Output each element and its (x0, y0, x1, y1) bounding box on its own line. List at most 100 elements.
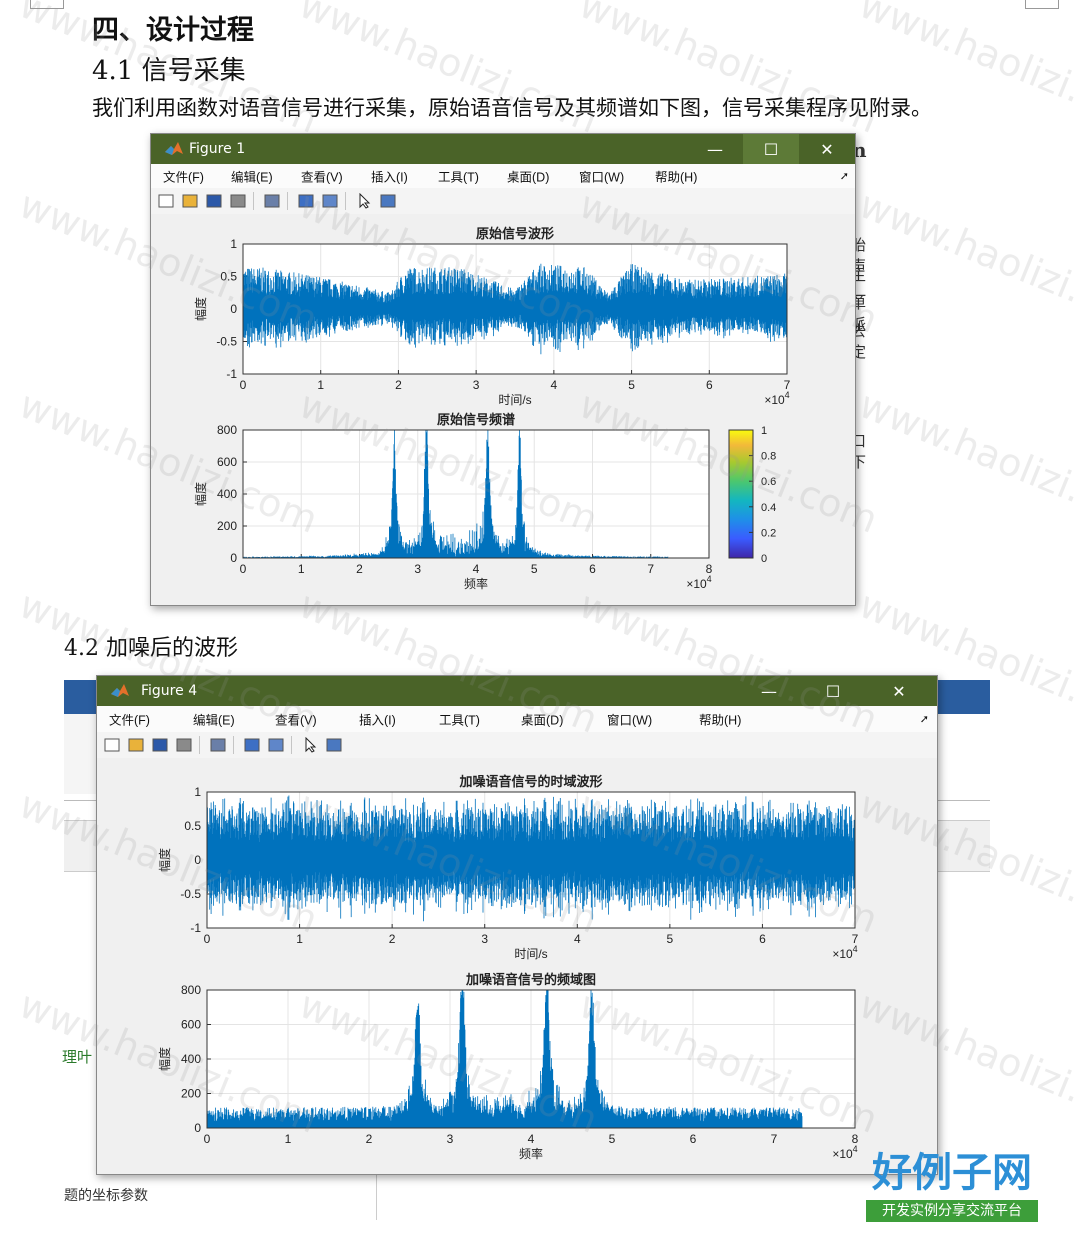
menu-tools[interactable]: 工具(T) (439, 710, 480, 729)
tick-label-x: 2 (356, 562, 363, 576)
menu-view[interactable]: 查看(V) (275, 710, 317, 729)
maximize-button[interactable]: ☐ (805, 676, 861, 706)
tick-label-x: 6 (589, 562, 596, 576)
toolbar-separator (291, 736, 292, 754)
axes-waveform[interactable]: 0 1 2 3 4 5 6 710.50-0.5-1原始信号波形时间/s幅度×104 (193, 226, 791, 407)
watermark: www.haolizi.com (853, 382, 1080, 542)
menu-edit[interactable]: 编辑(E) (193, 710, 235, 729)
tick-label-y: 200 (181, 1087, 201, 1101)
tick-label-x: 6 (759, 932, 766, 946)
menu-file[interactable]: 文件(F) (109, 710, 150, 729)
axes-spectrum[interactable]: 0 1 2 3 4 5 6 7 88006004002000原始信号频谱频率幅度×104 (193, 412, 713, 591)
axis-multiplier: ×104 (832, 1144, 857, 1161)
menu-bar: 文件(F) 编辑(E) 查看(V) 插入(I) 工具(T) 桌面(D) 窗口(W… (151, 164, 855, 189)
tick-label-y: -1 (226, 367, 237, 381)
bg-toolbar (64, 714, 99, 794)
pointer-icon[interactable] (355, 192, 373, 209)
menu-desktop[interactable]: 桌面(D) (521, 710, 563, 729)
figure-titlebar[interactable]: Figure 4 — ☐ ✕ (97, 676, 937, 706)
tick-label-y: 400 (217, 487, 237, 501)
tick-label-x: 0 (204, 932, 211, 946)
tick-label-x: 2 (389, 932, 396, 946)
colorbar-tick-label: 0.6 (761, 476, 776, 488)
menu-overflow-icon[interactable]: ➚ (920, 713, 929, 726)
menu-help[interactable]: 帮助(H) (655, 167, 697, 186)
save-icon[interactable] (205, 193, 223, 209)
menu-window[interactable]: 窗口(W) (579, 167, 624, 186)
menu-file[interactable]: 文件(F) (163, 167, 204, 186)
tick-label-x: 6 (706, 378, 713, 392)
minimize-button[interactable]: — (741, 676, 797, 706)
menu-edit[interactable]: 编辑(E) (231, 167, 273, 186)
tick-label-y: 0.5 (184, 819, 201, 833)
chart-title: 原始信号波形 (476, 226, 554, 242)
print-icon[interactable] (175, 737, 193, 753)
menu-help[interactable]: 帮助(H) (699, 710, 741, 729)
tick-label-x: 0 (240, 378, 247, 392)
menu-overflow-icon[interactable]: ➚ (840, 170, 849, 183)
menu-tools[interactable]: 工具(T) (438, 167, 479, 186)
toolbar-separator (253, 192, 254, 210)
tick-label-x: 0 (240, 562, 247, 576)
save-icon[interactable] (151, 737, 169, 753)
legend-icon[interactable] (267, 737, 285, 753)
link-figure-icon[interactable] (209, 737, 227, 753)
menu-desktop[interactable]: 桌面(D) (507, 167, 549, 186)
tick-label-x: 5 (628, 378, 635, 392)
matlab-logo-icon (165, 142, 183, 155)
tick-label-y: 800 (217, 423, 237, 437)
menu-window[interactable]: 窗口(W) (607, 710, 652, 729)
open-folder-icon[interactable] (127, 737, 145, 753)
x-axis-label: 频率 (464, 576, 488, 591)
x-axis-label: 时间/s (514, 947, 547, 961)
figure-window-4[interactable]: Figure 4 — ☐ ✕ 文件(F) 编辑(E) 查看(V) 插入(I) 工… (96, 675, 938, 1175)
subsection-title-2: 4.2 加噪后的波形 (64, 636, 238, 661)
figure-titlebar[interactable]: Figure 1 — ☐ ✕ (151, 134, 855, 164)
minimize-button[interactable]: — (687, 134, 743, 164)
axis-multiplier-exp: 4 (853, 944, 858, 954)
pointer-icon[interactable] (301, 736, 319, 753)
chart-title: 原始信号频谱 (437, 412, 515, 428)
chart-svg: 0 1 2 3 4 5 6 710.50-0.5-1原始信号波形时间/s幅度×104 0123… (193, 226, 791, 591)
tick-label-x: 0 (204, 1132, 211, 1146)
link-figure-icon[interactable] (263, 193, 281, 209)
menu-insert[interactable]: 插入(I) (359, 710, 396, 729)
watermark: www.haolizi.com (853, 182, 1080, 342)
colorbar-icon[interactable] (243, 737, 261, 753)
property-editor-icon[interactable] (379, 193, 397, 209)
x-axis-label: 时间/s (498, 393, 531, 407)
tick-label-y: -0.5 (216, 335, 237, 349)
colorbar[interactable]: 1 0.8 0.6 0.4 0.2 0 (728, 425, 776, 565)
colorbar-fill (728, 429, 754, 559)
new-file-icon[interactable] (157, 193, 175, 209)
chart-title: 加噪语音信号的频域图 (465, 972, 596, 988)
menu-insert[interactable]: 插入(I) (371, 167, 408, 186)
colorbar-tick-label: 0.2 (761, 527, 776, 539)
colorbar-icon[interactable] (297, 193, 315, 209)
menu-view[interactable]: 查看(V) (301, 167, 343, 186)
new-file-icon[interactable] (103, 737, 121, 753)
figure-window-1[interactable]: Figure 1 — ☐ ✕ 文件(F) 编辑(E) 查看(V) 插入(I) 工… (150, 133, 856, 606)
tick-label-x: 3 (414, 562, 421, 576)
close-button[interactable]: ✕ (871, 676, 927, 706)
tick-label-x: 5 (609, 1132, 616, 1146)
tick-label-y: 600 (181, 1018, 201, 1032)
axis-multiplier-base: ×10 (832, 947, 853, 961)
legend-icon[interactable] (321, 193, 339, 209)
close-button[interactable]: ✕ (799, 134, 855, 164)
site-logo-sub: 开发实例分享交流平台 (866, 1200, 1038, 1222)
chart-title: 加噪语音信号的时域波形 (458, 774, 602, 790)
tick-label-y: 600 (217, 455, 237, 469)
axes-noisy-spectrum[interactable]: 0 1 2 3 4 5 6 7 88006004002000加噪语音信号的频域图频率幅度×104 (157, 972, 859, 1161)
maximize-button[interactable]: ☐ (743, 134, 799, 164)
print-icon[interactable] (229, 193, 247, 209)
bg-divider (376, 1175, 377, 1220)
open-folder-icon[interactable] (181, 193, 199, 209)
axes-noisy-waveform[interactable]: 0 1 2 3 4 5 6 710.50-0.5-1加噪语音信号的时域波形时间/s幅度×104 (157, 774, 859, 961)
tick-label-x: 4 (473, 562, 480, 576)
property-editor-icon[interactable] (325, 737, 343, 753)
tick-label-x: 1 (296, 932, 303, 946)
tick-label-y: 400 (181, 1052, 201, 1066)
chart-svg: 0 1 2 3 4 5 6 710.50-0.5-1加噪语音信号的时域波形时间/s幅度×104… (157, 774, 859, 1161)
tick-label-y: 0 (194, 853, 201, 867)
